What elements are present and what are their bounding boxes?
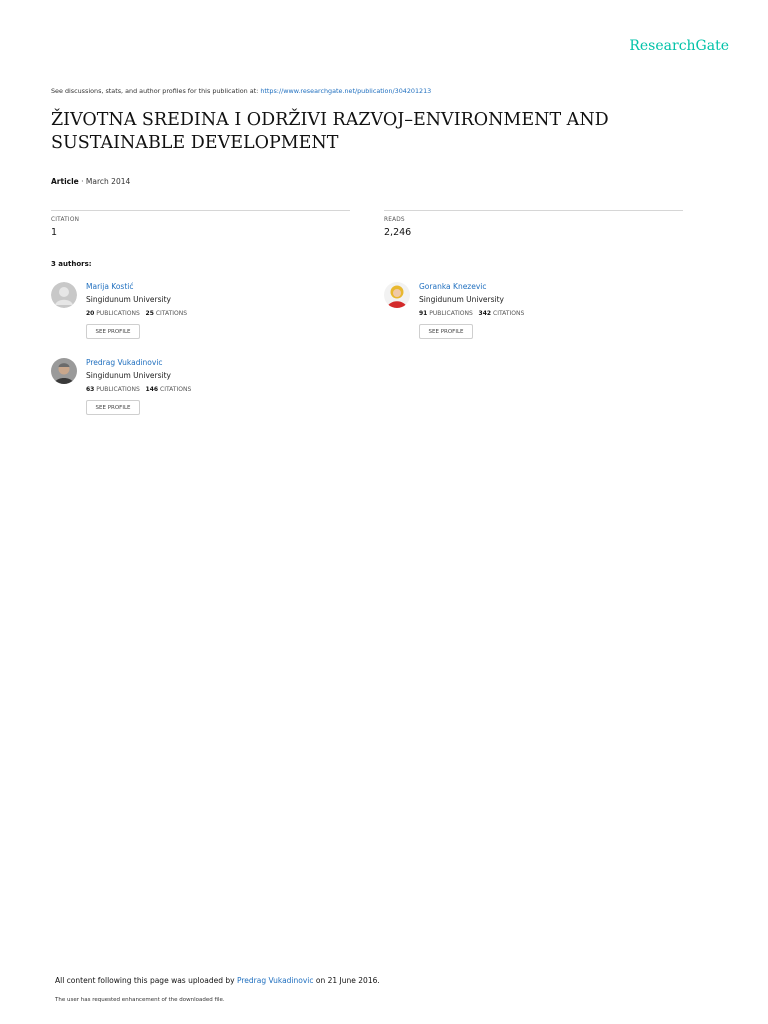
author-photo-icon[interactable] — [384, 282, 410, 308]
author-institution: Singidunum University — [86, 371, 171, 380]
publication-date: · March 2014 — [81, 177, 131, 186]
see-profile-button[interactable]: SEE PROFILE — [86, 324, 140, 339]
enhancement-note: The user has requested enhancement of th… — [55, 997, 225, 1003]
publications-count: 63 — [86, 386, 95, 393]
citations-count: 146 — [145, 386, 159, 393]
publication-meta: Article · March 2014 — [51, 177, 130, 186]
publications-count: 91 — [419, 310, 428, 317]
author-stats: 63 PUBLICATIONS 146 CITATIONS — [86, 386, 191, 393]
citations-label: CITATIONS — [493, 310, 525, 317]
publication-url-link[interactable]: https://www.researchgate.net/publication… — [260, 87, 431, 95]
authors-heading: 3 authors: — [51, 260, 92, 268]
publications-label: PUBLICATIONS — [96, 386, 140, 393]
citations-label: CITATIONS — [155, 310, 188, 317]
author-institution: Singidunum University — [86, 295, 171, 304]
citations-label: CITATIONS — [160, 386, 192, 393]
publication-type: Article — [51, 177, 79, 186]
see-profile-button[interactable]: SEE PROFILE — [86, 400, 140, 415]
author-name-link[interactable]: Goranka Knezevic — [419, 282, 487, 291]
publications-count: 20 — [86, 310, 95, 317]
citations-label: CITATION — [51, 217, 80, 223]
avatar-placeholder-icon[interactable] — [51, 282, 77, 308]
publications-label: PUBLICATIONS — [96, 310, 140, 317]
author-name-link[interactable]: Predrag Vukadinovic — [86, 358, 163, 367]
author-stats: 20 PUBLICATIONS 25 CITATIONS — [86, 310, 187, 317]
author-card: Marija Kostić Singidunum University 20 P… — [51, 282, 351, 348]
publication-title: ŽIVOTNA SREDINA I ODRŽIVI RAZVOJ–ENVIRON… — [51, 110, 609, 153]
author-card: Predrag Vukadinovic Singidunum Universit… — [51, 358, 351, 424]
upload-note: All content following this page was uplo… — [55, 976, 380, 985]
citations-count: 342 — [478, 310, 492, 317]
upload-prefix: All content following this page was uplo… — [55, 976, 235, 985]
author-stats: 91 PUBLICATIONS 342 CITATIONS — [419, 310, 524, 317]
reads-stat: READS 2,246 — [384, 210, 683, 238]
citations-stat: CITATION 1 — [51, 210, 350, 238]
citations-count: 25 — [145, 310, 154, 317]
publication-source-line: See discussions, stats, and author profi… — [51, 87, 431, 95]
reads-label: READS — [384, 217, 405, 223]
see-profile-button[interactable]: SEE PROFILE — [419, 324, 473, 339]
author-name-link[interactable]: Marija Kostić — [86, 282, 134, 291]
source-prefix: See discussions, stats, and author profi… — [51, 87, 259, 95]
reads-value: 2,246 — [384, 227, 412, 238]
uploader-link[interactable]: Predrag Vukadinovic — [237, 976, 314, 985]
publications-label: PUBLICATIONS — [429, 310, 473, 317]
author-photo-icon[interactable] — [51, 358, 77, 384]
researchgate-logo[interactable]: ResearchGate — [629, 38, 729, 54]
upload-date: on 21 June 2016. — [315, 976, 380, 985]
citations-value: 1 — [51, 227, 58, 238]
author-card: Goranka Knezevic Singidunum University 9… — [384, 282, 684, 348]
author-institution: Singidunum University — [419, 295, 504, 304]
